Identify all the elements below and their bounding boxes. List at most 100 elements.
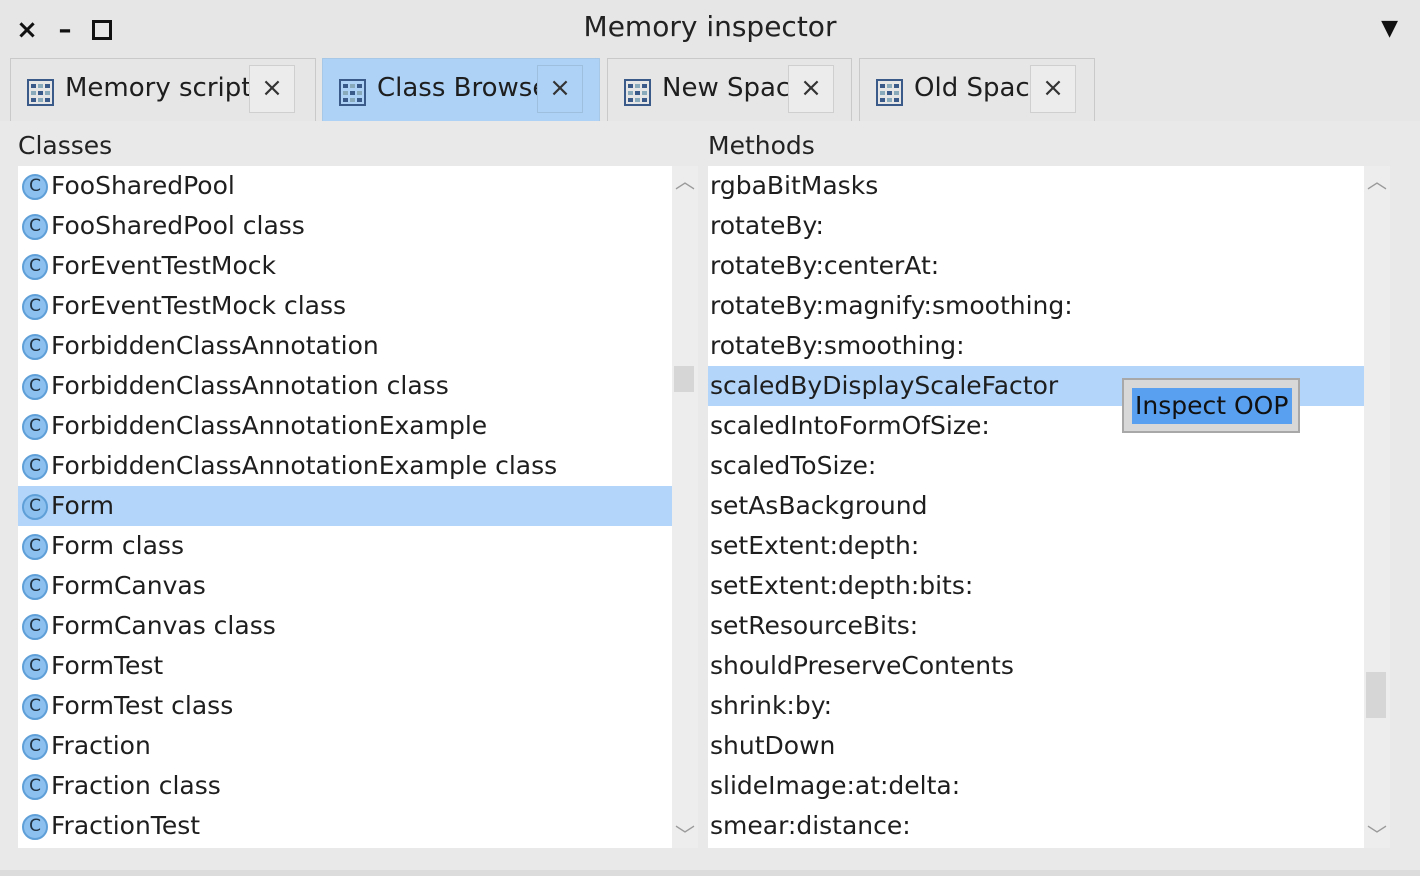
class-name: FooSharedPool: [51, 171, 235, 200]
method-list-item[interactable]: rotateBy:smoothing:: [708, 326, 1364, 366]
class-list-item[interactable]: C ForbiddenClassAnnotationExample class: [18, 446, 672, 486]
method-list-item[interactable]: scaledToSize:: [708, 446, 1364, 486]
menu-item-inspect-oop[interactable]: Inspect OOP: [1132, 388, 1292, 424]
tab-class-browser[interactable]: Class Browser ×: [322, 58, 600, 121]
class-name: Fraction: [51, 731, 151, 760]
method-name: scaledByDisplayScaleFactor: [710, 371, 1059, 400]
scroll-down-icon[interactable]: ﹀: [672, 822, 698, 848]
class-name: FormCanvas class: [51, 611, 276, 640]
method-name: shrink:by:: [710, 691, 833, 720]
class-list-item[interactable]: C FormTest: [18, 646, 672, 686]
tab-label: Memory scripter: [65, 73, 279, 103]
class-list-item[interactable]: C Form class: [18, 526, 672, 566]
class-icon: C: [22, 334, 48, 360]
method-list-item[interactable]: rgbaBitMasks: [708, 166, 1364, 206]
tab-old-space[interactable]: Old Space ×: [859, 58, 1095, 121]
method-list-item[interactable]: setAsBackground: [708, 486, 1364, 526]
tab-label: Old Space: [914, 73, 1046, 103]
method-list-item[interactable]: smear:distance:: [708, 806, 1364, 846]
method-list-item[interactable]: rotateBy:centerAt:: [708, 246, 1364, 286]
class-icon: C: [22, 494, 48, 520]
class-list-item[interactable]: C FormTest class: [18, 686, 672, 726]
class-list-item[interactable]: C FormCanvas: [18, 566, 672, 606]
class-name: ForbiddenClassAnnotationExample: [51, 411, 488, 440]
method-name: scaledIntoFormOfSize:: [710, 411, 990, 440]
tab-close-button[interactable]: ×: [249, 65, 295, 113]
method-list-item[interactable]: shrink:by:: [708, 686, 1364, 726]
class-icon: C: [22, 734, 48, 760]
class-name: ForEventTestMock: [51, 251, 276, 280]
class-icon: C: [22, 214, 48, 240]
class-icon: C: [22, 374, 48, 400]
context-menu: Inspect OOP: [1122, 378, 1300, 433]
methods-scrollbar[interactable]: ︿ ﹀: [1364, 166, 1390, 848]
scroll-thumb[interactable]: [1366, 672, 1386, 718]
scroll-up-icon[interactable]: ︿: [1364, 168, 1390, 194]
methods-pane-title: Methods: [708, 131, 815, 160]
method-name: rotateBy:centerAt:: [710, 251, 940, 280]
tab-close-button[interactable]: ×: [1030, 65, 1076, 113]
classes-scrollbar[interactable]: ︿ ﹀: [672, 166, 698, 848]
class-icon: C: [22, 774, 48, 800]
class-icon: C: [22, 254, 48, 280]
window-bottom-edge: [0, 870, 1420, 876]
method-list-item[interactable]: setResourceBits:: [708, 606, 1364, 646]
method-name: scaledToSize:: [710, 451, 877, 480]
scroll-up-icon[interactable]: ︿: [672, 168, 698, 194]
class-name: FractionTest: [51, 811, 201, 840]
class-name: Form: [51, 491, 114, 520]
class-list-item[interactable]: C ForbiddenClassAnnotation: [18, 326, 672, 366]
methods-list[interactable]: rgbaBitMasks rotateBy: rotateBy:centerAt: r…: [708, 166, 1364, 848]
class-name: ForbiddenClassAnnotation: [51, 331, 379, 360]
title-bar: × – Memory inspector ▼: [0, 0, 1420, 58]
tab-memory-scripter[interactable]: Memory scripter ×: [10, 58, 316, 121]
class-name: ForbiddenClassAnnotation class: [51, 371, 449, 400]
method-name: setExtent:depth:bits:: [710, 571, 974, 600]
method-name: smear:distance:: [710, 811, 911, 840]
method-list-item[interactable]: slideImage:at:delta:: [708, 766, 1364, 806]
method-name: rotateBy:: [710, 211, 824, 240]
method-list-item[interactable]: rotateBy:magnify:smoothing:: [708, 286, 1364, 326]
tab-new-space[interactable]: New Space ×: [607, 58, 852, 121]
scroll-thumb[interactable]: [674, 366, 694, 392]
class-list-item[interactable]: C ForEventTestMock: [18, 246, 672, 286]
class-list-item[interactable]: C FormCanvas class: [18, 606, 672, 646]
class-name: FormTest: [51, 651, 164, 680]
method-name: setAsBackground: [710, 491, 928, 520]
classes-pane-title: Classes: [18, 131, 113, 160]
tab-label: Class Browser: [377, 73, 560, 103]
method-list-item[interactable]: rotateBy:: [708, 206, 1364, 246]
class-list-item[interactable]: C Fraction: [18, 726, 672, 766]
method-name: setExtent:depth:: [710, 531, 920, 560]
method-name: setResourceBits:: [710, 611, 919, 640]
class-icon: C: [22, 414, 48, 440]
class-icon: C: [22, 614, 48, 640]
tab-bar: Memory scripter × Class Browser × New Sp…: [0, 58, 1420, 121]
class-browser-icon: [876, 79, 903, 106]
method-name: rotateBy:magnify:smoothing:: [710, 291, 1073, 320]
class-list-item[interactable]: C FooSharedPool: [18, 166, 672, 206]
class-icon: C: [22, 814, 48, 840]
class-list-item[interactable]: C FooSharedPool class: [18, 206, 672, 246]
class-name: ForbiddenClassAnnotationExample class: [51, 451, 558, 480]
class-list-item[interactable]: C ForEventTestMock class: [18, 286, 672, 326]
class-list-item[interactable]: C FractionTest: [18, 806, 672, 846]
class-icon: C: [22, 654, 48, 680]
method-list-item[interactable]: setExtent:depth:: [708, 526, 1364, 566]
tab-close-button[interactable]: ×: [537, 65, 583, 113]
class-icon: C: [22, 534, 48, 560]
tab-close-button[interactable]: ×: [788, 65, 834, 113]
class-list-item[interactable]: C ForbiddenClassAnnotation class: [18, 366, 672, 406]
class-list-item[interactable]: C ForbiddenClassAnnotationExample: [18, 406, 672, 446]
scroll-down-icon[interactable]: ﹀: [1364, 822, 1390, 848]
class-name: FooSharedPool class: [51, 211, 305, 240]
class-list-item[interactable]: C Form: [18, 486, 672, 526]
class-name: ForEventTestMock class: [51, 291, 347, 320]
method-list-item[interactable]: shutDown: [708, 726, 1364, 766]
class-name: Form class: [51, 531, 184, 560]
classes-list[interactable]: C FooSharedPool C FooSharedPool class C ForEv…: [18, 166, 672, 848]
method-list-item[interactable]: setExtent:depth:bits:: [708, 566, 1364, 606]
method-list-item[interactable]: shouldPreserveContents: [708, 646, 1364, 686]
window-menu-button[interactable]: ▼: [1381, 16, 1398, 41]
class-list-item[interactable]: C Fraction class: [18, 766, 672, 806]
